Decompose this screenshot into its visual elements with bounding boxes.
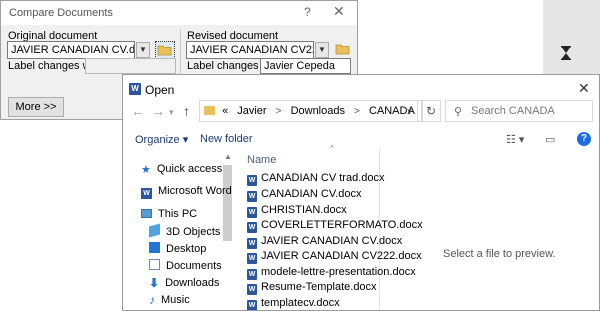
help-icon[interactable]: ?	[577, 132, 591, 146]
word-doc-icon: W	[247, 191, 257, 202]
compare-title: Compare Documents	[9, 7, 113, 19]
address-bar[interactable]: « Javier > Downloads > CANADA	[199, 100, 423, 122]
hourglass-icon	[561, 46, 571, 60]
up-arrow-icon[interactable]: ↑	[183, 103, 190, 119]
scroll-up-arrow-icon[interactable]: ▲	[224, 152, 232, 161]
chevron-right-icon: >	[275, 106, 282, 117]
recent-chevron-icon[interactable]: ▾	[169, 107, 174, 118]
close-button[interactable]: ✕	[333, 3, 345, 20]
computer-icon	[141, 209, 152, 218]
new-folder-button[interactable]: New folder	[200, 133, 253, 145]
nav-item-this-pc[interactable]: This PC	[141, 208, 197, 220]
music-icon: ♪	[149, 293, 155, 307]
word-doc-icon: W	[247, 238, 257, 249]
download-icon: ⬇	[149, 276, 160, 290]
chevron-right-icon: >	[354, 106, 360, 117]
word-doc-icon: W	[247, 175, 257, 186]
word-icon: W	[141, 188, 152, 199]
forward-arrow-icon[interactable]: →	[151, 103, 165, 119]
document-icon	[149, 259, 160, 270]
folder-icon	[335, 44, 350, 55]
sort-caret-icon: ^	[330, 144, 334, 153]
word-doc-icon: W	[247, 253, 257, 264]
folder-icon	[204, 106, 215, 115]
word-doc-icon: W	[247, 300, 257, 310]
file-item[interactable]: W CHRISTIAN.docx	[247, 204, 347, 218]
star-icon: ★	[141, 164, 151, 176]
chevron-down-icon[interactable]: ▼	[315, 42, 329, 58]
browse-original-button[interactable]	[155, 41, 175, 59]
word-doc-icon: W	[247, 207, 257, 218]
revised-document-combo[interactable]: JAVIER CANADIAN CV222.docx	[186, 41, 314, 59]
revised-label-changes-input[interactable]: Javier Cepeda	[260, 58, 351, 74]
preview-pane-icon[interactable]: ▭	[545, 133, 555, 146]
nav-item-music[interactable]: ♪ Music	[149, 293, 190, 307]
word-doc-icon: W	[247, 284, 257, 295]
breadcrumb-downloads[interactable]: Downloads	[291, 105, 345, 117]
word-doc-icon: W	[247, 222, 257, 233]
preview-message: Select a file to preview.	[443, 248, 556, 260]
nav-item-microsoft-word[interactable]: W Microsoft Word	[141, 185, 232, 199]
organize-menu[interactable]: Organize ▾	[135, 133, 188, 146]
search-placeholder: Search CANADA	[471, 105, 555, 117]
desktop-icon	[149, 242, 160, 253]
chevron-down-icon[interactable]: ▼	[136, 42, 150, 58]
open-title: Open	[145, 83, 175, 97]
file-item[interactable]: Wmodele-lettre-presentation.docx	[247, 266, 416, 280]
more-button[interactable]: More >>	[8, 97, 64, 117]
column-header-name[interactable]: Name	[247, 154, 276, 166]
file-item[interactable]: W CANADIAN CV.docx	[247, 188, 361, 202]
search-input[interactable]: ⚲ Search CANADA	[445, 100, 593, 122]
nav-item-desktop[interactable]: Desktop	[149, 242, 206, 255]
word-doc-icon: W	[247, 269, 257, 280]
refresh-icon[interactable]: ↻	[421, 100, 441, 122]
breadcrumb-javier[interactable]: Javier	[237, 105, 266, 117]
group-divider	[180, 29, 181, 79]
address-overflow[interactable]: «	[222, 105, 228, 117]
help-button[interactable]: ?	[304, 5, 311, 19]
folder-icon	[157, 45, 172, 56]
file-item[interactable]: W JAVIER CANADIAN CV222.docx	[247, 250, 422, 264]
compare-titlebar: Compare Documents ? ✕	[1, 1, 357, 25]
scrollbar-thumb[interactable]	[223, 165, 232, 241]
nav-item-3d-objects[interactable]: 3D Objects	[149, 223, 220, 238]
file-item[interactable]: W Resume-Template.docx	[247, 281, 377, 295]
file-item[interactable]: W COVERLETTERFORMATO.docx	[247, 219, 423, 233]
close-button[interactable]: ✕	[578, 80, 590, 97]
word-icon: W	[129, 83, 141, 95]
file-item[interactable]: Wtemplatecv.docx	[247, 297, 340, 310]
open-dialog: W Open ✕ ← → ▾ ↑ « Javier > Downloads > …	[122, 74, 600, 311]
back-arrow-icon[interactable]: ←	[131, 103, 145, 119]
nav-item-documents[interactable]: Documents	[149, 259, 222, 272]
nav-item-downloads[interactable]: ⬇ Downloads	[149, 276, 219, 290]
file-item[interactable]: W JAVIER CANADIAN CV.docx	[247, 235, 402, 249]
chevron-down-icon[interactable]: ∨	[402, 100, 418, 122]
view-options-icon[interactable]: ☷ ▾	[506, 133, 524, 146]
search-icon: ⚲	[454, 106, 463, 118]
browse-revised-button[interactable]	[334, 41, 354, 59]
cube-icon	[149, 223, 160, 238]
nav-item-quick-access[interactable]: ★ Quick access	[141, 163, 222, 176]
original-document-combo[interactable]: JAVIER CANADIAN CV.docx	[7, 41, 135, 59]
original-label-changes-input[interactable]	[85, 58, 176, 74]
file-item[interactable]: W CANADIAN CV trad.docx	[247, 172, 384, 186]
